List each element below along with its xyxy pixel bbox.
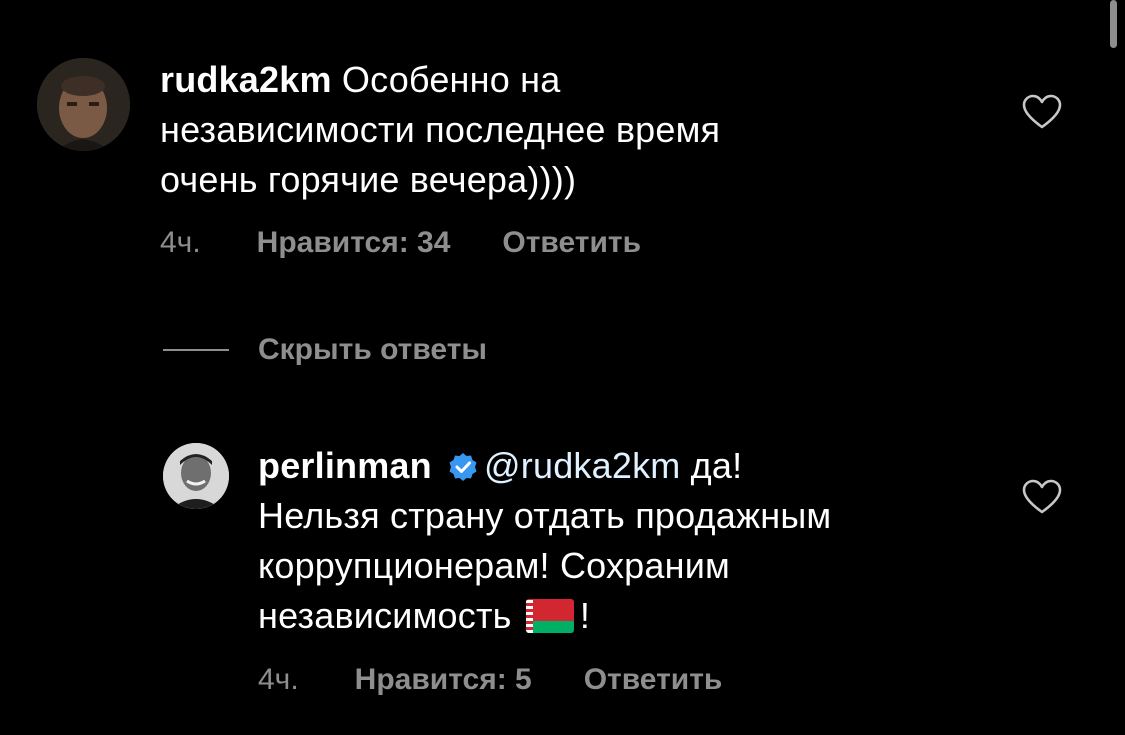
reply-meta: 4ч. Нравится: 5 Ответить	[258, 663, 722, 697]
avatar[interactable]	[163, 443, 229, 509]
reply-text-line: Нельзя страну отдать продажным	[258, 495, 832, 536]
comment-text: rudka2km Особенно на независимости после…	[160, 55, 720, 205]
heart-outline-icon[interactable]	[1022, 94, 1062, 130]
comment-meta: 4ч. Нравится: 34 Ответить	[160, 226, 641, 260]
reply-username[interactable]: perlinman	[258, 445, 432, 486]
comment-text-line: очень горячие вечера))))	[160, 159, 577, 200]
comment-time: 4ч.	[160, 226, 201, 259]
reply-mention-link[interactable]: @rudka2km	[484, 445, 680, 486]
comment-reply-button[interactable]: Ответить	[502, 226, 641, 260]
scrollbar-thumb[interactable]	[1110, 0, 1117, 48]
avatar-image	[37, 58, 130, 151]
avatar-image	[163, 443, 229, 509]
belarus-flag-icon	[525, 599, 574, 633]
reply-likes-button[interactable]: Нравится: 5	[355, 663, 532, 697]
reply-text-line: !	[579, 595, 591, 636]
reply-text-line: коррупционерам! Сохраним	[258, 545, 730, 586]
comment-likes-button[interactable]: Нравится: 34	[257, 226, 451, 260]
reply-reply-button[interactable]: Ответить	[584, 663, 723, 697]
hide-replies-label: Скрыть ответы	[258, 333, 488, 366]
heart-outline-icon[interactable]	[1022, 479, 1062, 515]
comment-text-line: Особенно на	[331, 59, 561, 100]
comment-text-line: независимости последнее время	[160, 109, 721, 150]
hide-replies-divider	[163, 349, 229, 351]
verified-badge-icon	[449, 453, 477, 481]
avatar[interactable]	[37, 58, 130, 151]
reply-text-line: да!	[680, 445, 743, 486]
comment-username[interactable]: rudka2km	[160, 59, 332, 100]
reply-time: 4ч.	[258, 663, 299, 696]
hide-replies-button[interactable]: Скрыть ответы	[163, 333, 487, 367]
reply-text: perlinman @rudka2km да! Нельзя страну от…	[258, 441, 831, 641]
reply-text-line: независимость	[258, 595, 512, 636]
